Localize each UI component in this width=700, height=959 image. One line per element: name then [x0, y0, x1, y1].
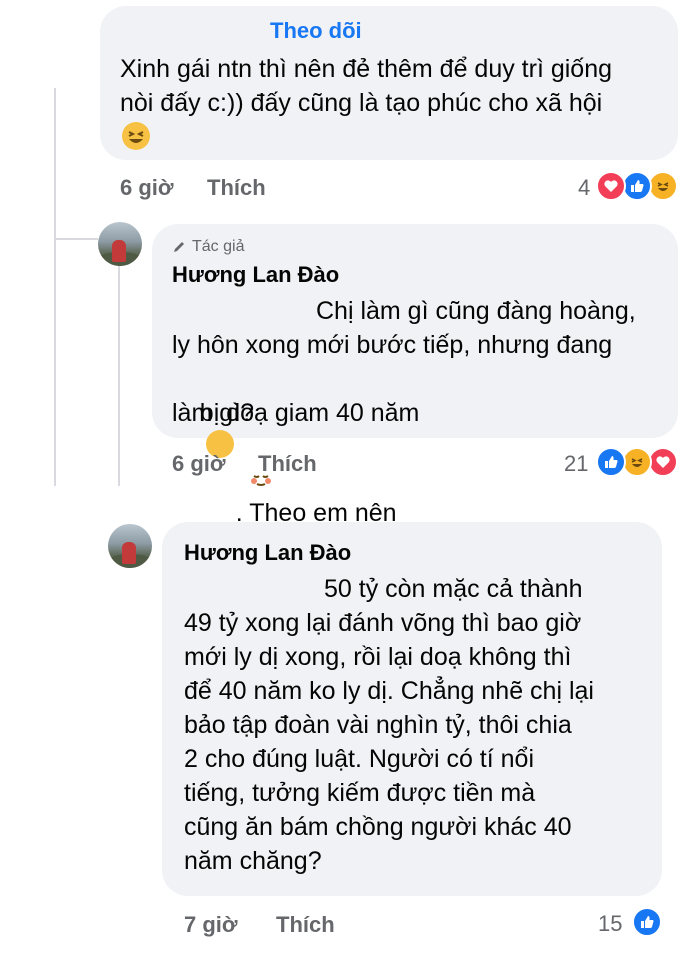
comment-time[interactable]: 6 giờ — [120, 175, 174, 201]
comment-text-line-4: để 40 năm ko ly dị. Chẳng nhẽ chị lại — [184, 677, 594, 705]
like-reaction-icon — [632, 907, 662, 937]
comment-text-line-8: cũng ăn bám chồng người khác 40 — [184, 813, 572, 841]
reaction-count[interactable]: 15 — [598, 911, 622, 937]
comment-text-line-6: 2 cho đúng luật. Người có tí nổi — [184, 745, 534, 773]
comment-text-line-9: năm chăng? — [184, 847, 322, 875]
avatar[interactable] — [108, 524, 152, 568]
haha-reaction-icon — [622, 447, 652, 477]
reaction-count[interactable]: 21 — [564, 451, 588, 477]
like-button[interactable]: Thích — [207, 175, 266, 201]
reply-text-line-2: ly hôn xong mới bước tiếp, nhưng đang — [172, 331, 613, 359]
like-button[interactable]: Thích — [276, 912, 335, 938]
love-reaction-icon — [596, 171, 626, 201]
reply-text-line-1: Chị làm gì cũng đàng hoàng, — [316, 297, 636, 325]
comment-text-line-7: tiếng, tưởng kiếm được tiền mà — [184, 779, 536, 807]
laughing-emoji-icon — [122, 122, 150, 150]
thread-line-vertical — [54, 88, 56, 486]
comment-text-line-5: bảo tập đoàn vài nghìn tỷ, thôi chia — [184, 711, 572, 739]
commenter-name[interactable]: Hương Lan Đào — [184, 540, 351, 566]
pencil-icon — [174, 242, 184, 252]
thread-line-branch — [54, 238, 98, 240]
like-button[interactable]: Thích — [258, 451, 317, 477]
comment-text-line-1: Xinh gái ntn thì nên đẻ thêm để duy trì … — [120, 55, 613, 83]
commenter-name[interactable]: Hương Lan Đào — [172, 262, 339, 288]
comment-text-line-3: mới ly dị xong, rồi lại doạ không thì — [184, 643, 572, 671]
reaction-count[interactable]: 4 — [578, 175, 590, 201]
haha-reaction-icon — [648, 171, 678, 201]
author-badge: Tác giả — [172, 238, 244, 256]
comment-text-line-2: nòi đấy c:)) đấy cũng là tạo phúc cho xã… — [120, 89, 603, 117]
avatar[interactable] — [98, 222, 142, 266]
comment-time[interactable]: 7 giờ — [184, 912, 238, 938]
comment-text-line-1: 50 tỷ còn mặc cả thành — [324, 575, 583, 603]
follow-button[interactable]: Theo dõi — [270, 18, 362, 44]
love-reaction-icon — [648, 447, 678, 477]
reply-text-line-4: làm gì? — [172, 399, 254, 427]
thread-line-reply — [118, 262, 120, 486]
comment-text-line-2: 49 tỷ xong lại đánh võng thì bao giờ — [184, 609, 582, 637]
like-reaction-icon — [622, 171, 652, 201]
like-reaction-icon — [596, 447, 626, 477]
reply-time[interactable]: 6 giờ — [172, 451, 226, 477]
author-badge-label: Tác giả — [192, 238, 245, 255]
